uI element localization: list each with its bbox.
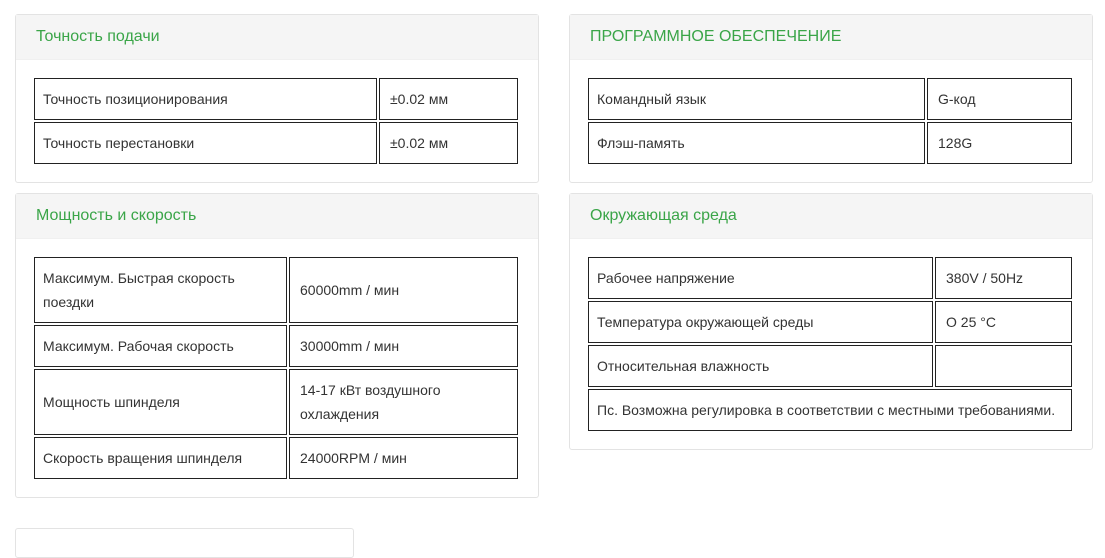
spec-label: Температура окружающей среды bbox=[588, 301, 933, 343]
spec-table: Максимум. Быстрая скорость поездки 60000… bbox=[32, 255, 520, 481]
table-row: Скорость вращения шпинделя 24000RPM / ми… bbox=[34, 437, 518, 479]
spec-value: 128G bbox=[927, 122, 1072, 164]
table-row: Рабочее напряжение 380V / 50Hz bbox=[588, 257, 1072, 299]
table-row: Относительная влажность bbox=[588, 345, 1072, 387]
panel-title: Мощность и скорость bbox=[16, 194, 538, 239]
spec-note: Пс. Возможна регулировка в соответствии … bbox=[588, 389, 1072, 431]
spec-value: G-код bbox=[927, 78, 1072, 120]
spec-label: Скорость вращения шпинделя bbox=[34, 437, 287, 479]
table-row: Флэш-память 128G bbox=[588, 122, 1072, 164]
spec-value: ±0.02 мм bbox=[379, 78, 518, 120]
panel-software: ПРОГРАММНОЕ ОБЕСПЕЧЕНИЕ Командный язык G… bbox=[569, 14, 1093, 183]
spec-label: Командный язык bbox=[588, 78, 925, 120]
table-row: Точность позиционирования ±0.02 мм bbox=[34, 78, 518, 120]
spec-value bbox=[935, 345, 1072, 387]
table-row: Максимум. Быстрая скорость поездки 60000… bbox=[34, 257, 518, 323]
spec-value: 60000mm / мин bbox=[289, 257, 518, 323]
table-row: Точность перестановки ±0.02 мм bbox=[34, 122, 518, 164]
panel-partial bbox=[15, 528, 354, 558]
spec-label: Максимум. Быстрая скорость поездки bbox=[34, 257, 287, 323]
spec-label: Точность перестановки bbox=[34, 122, 377, 164]
spec-value: 380V / 50Hz bbox=[935, 257, 1072, 299]
table-row: Максимум. Рабочая скорость 30000mm / мин bbox=[34, 325, 518, 367]
panel-environment: Окружающая среда Рабочее напряжение 380V… bbox=[569, 193, 1093, 450]
panel-title: Точность подачи bbox=[16, 15, 538, 60]
spec-table: Командный язык G-код Флэш-память 128G bbox=[586, 76, 1074, 166]
panel-title: ПРОГРАММНОЕ ОБЕСПЕЧЕНИЕ bbox=[570, 15, 1092, 60]
spec-value: ±0.02 мм bbox=[379, 122, 518, 164]
spec-value: 30000mm / мин bbox=[289, 325, 518, 367]
spec-label: Флэш-память bbox=[588, 122, 925, 164]
spec-label: Мощность шпинделя bbox=[34, 369, 287, 435]
spec-label: Рабочее напряжение bbox=[588, 257, 933, 299]
spec-value: О 25 °C bbox=[935, 301, 1072, 343]
spec-table: Рабочее напряжение 380V / 50Hz Температу… bbox=[586, 255, 1074, 433]
table-row: Температура окружающей среды О 25 °C bbox=[588, 301, 1072, 343]
spec-label: Точность позиционирования bbox=[34, 78, 377, 120]
spec-label: Максимум. Рабочая скорость bbox=[34, 325, 287, 367]
panel-feed-accuracy: Точность подачи Точность позиционировани… bbox=[15, 14, 539, 183]
spec-value: 24000RPM / мин bbox=[289, 437, 518, 479]
panel-power-speed: Мощность и скорость Максимум. Быстрая ск… bbox=[15, 193, 539, 498]
table-row: Пс. Возможна регулировка в соответствии … bbox=[588, 389, 1072, 431]
table-row: Мощность шпинделя 14-17 кВт воздушного о… bbox=[34, 369, 518, 435]
panel-title: Окружающая среда bbox=[570, 194, 1092, 239]
spec-value: 14-17 кВт воздушного охлаждения bbox=[289, 369, 518, 435]
spec-label: Относительная влажность bbox=[588, 345, 933, 387]
table-row: Командный язык G-код bbox=[588, 78, 1072, 120]
spec-table: Точность позиционирования ±0.02 мм Точно… bbox=[32, 76, 520, 166]
